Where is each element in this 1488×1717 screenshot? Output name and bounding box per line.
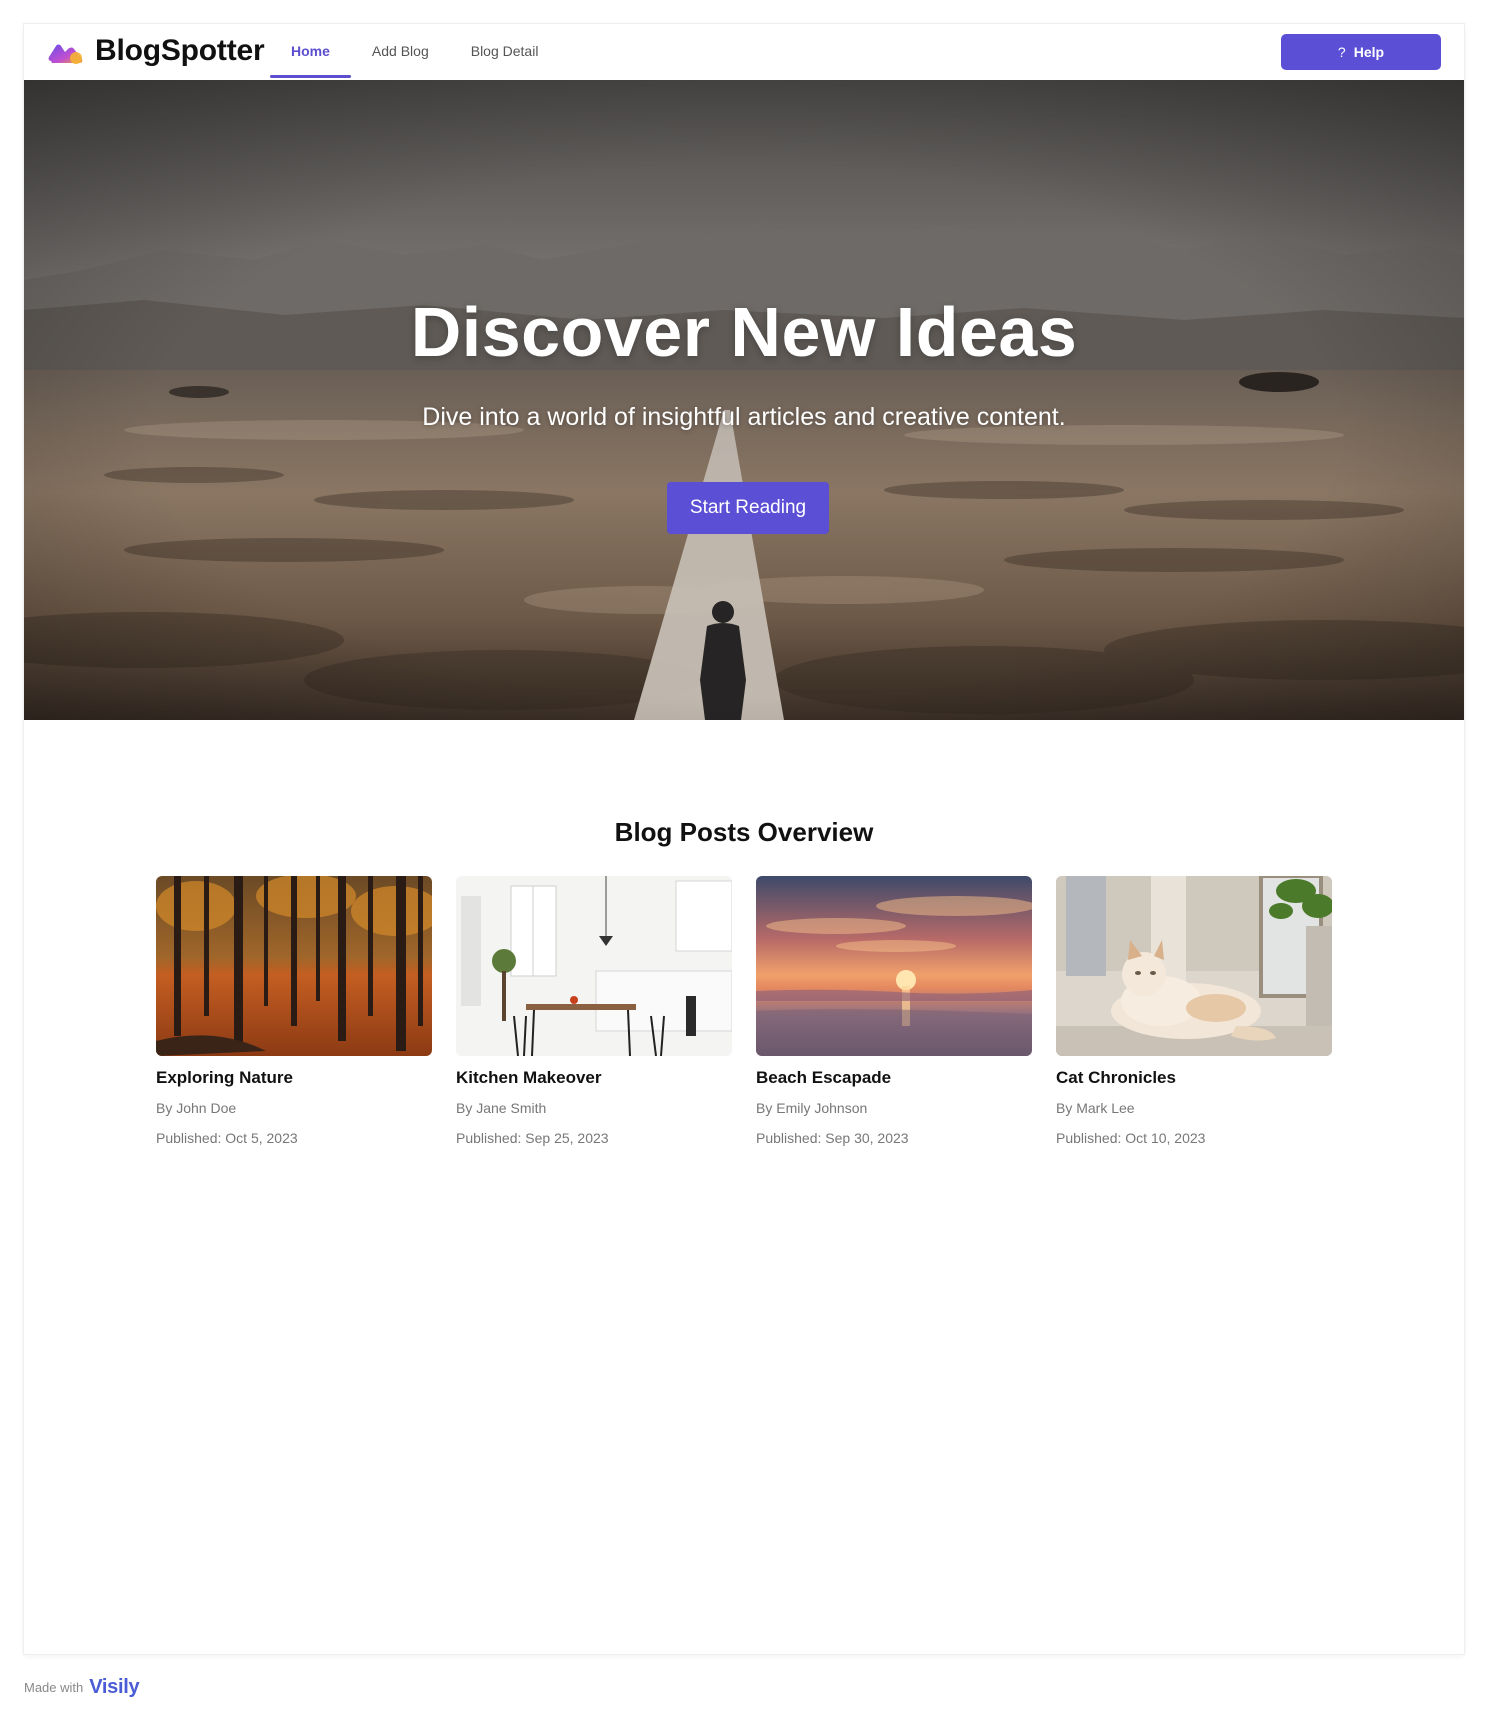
card-author: By Mark Lee xyxy=(1056,1100,1135,1116)
main-nav: Home Add Blog Blog Detail xyxy=(270,24,559,80)
hero-landscape-image xyxy=(24,80,1464,720)
brand-logo-icon xyxy=(48,44,83,64)
help-label: Help xyxy=(1353,44,1385,60)
nav-add-blog[interactable]: Add Blog xyxy=(351,24,450,80)
cat-thumbnail-image xyxy=(1056,876,1332,1056)
card-date: Published: Oct 10, 2023 xyxy=(1056,1130,1206,1146)
question-mark-icon: ? xyxy=(1337,44,1346,60)
kitchen-thumbnail-image xyxy=(456,876,732,1056)
made-with-label: Made with xyxy=(24,1679,84,1695)
beach-thumbnail-image xyxy=(756,876,1032,1056)
nav-blog-detail[interactable]: Blog Detail xyxy=(450,24,560,80)
brand-name[interactable]: BlogSpotter xyxy=(95,33,265,69)
card-date: Published: Sep 25, 2023 xyxy=(456,1130,609,1146)
card-author: By John Doe xyxy=(156,1100,237,1116)
section-title: Blog Posts Overview xyxy=(614,817,874,847)
card-date: Published: Sep 30, 2023 xyxy=(756,1130,909,1146)
blog-card[interactable]: Beach Escapade By Emily Johnson Publishe… xyxy=(756,876,1032,1148)
blog-card[interactable]: Kitchen Makeover By Jane Smith Published… xyxy=(456,876,732,1148)
card-author: By Emily Johnson xyxy=(756,1100,868,1116)
card-title[interactable]: Beach Escapade xyxy=(756,1066,1032,1090)
top-navbar: BlogSpotter Home Add Blog Blog Detail ? … xyxy=(24,24,1464,81)
start-reading-button[interactable]: Start Reading xyxy=(667,482,829,534)
hero-subtitle: Dive into a world of insightful articles… xyxy=(422,403,1066,431)
app-frame: BlogSpotter Home Add Blog Blog Detail ? … xyxy=(24,24,1464,1654)
nav-home[interactable]: Home xyxy=(270,24,351,80)
card-date: Published: Oct 5, 2023 xyxy=(156,1130,298,1146)
visily-logo: Visily xyxy=(89,1675,140,1698)
help-button[interactable]: ? Help xyxy=(1281,34,1441,70)
forest-thumbnail-image xyxy=(156,876,432,1056)
blog-posts-grid: Exploring Nature By John Doe Published: … xyxy=(156,876,1332,1156)
made-with-visily-badge[interactable]: Made with Visily xyxy=(24,1672,140,1702)
card-author: By Jane Smith xyxy=(456,1100,547,1116)
hero-title: Discover New Ideas xyxy=(410,293,1078,371)
hero-banner: Discover New Ideas Dive into a world of … xyxy=(24,80,1464,720)
card-title[interactable]: Kitchen Makeover xyxy=(456,1066,732,1090)
card-title[interactable]: Cat Chronicles xyxy=(1056,1066,1332,1090)
blog-card[interactable]: Exploring Nature By John Doe Published: … xyxy=(156,876,432,1148)
blog-card[interactable]: Cat Chronicles By Mark Lee Published: Oc… xyxy=(1056,876,1332,1148)
card-title[interactable]: Exploring Nature xyxy=(156,1066,432,1090)
